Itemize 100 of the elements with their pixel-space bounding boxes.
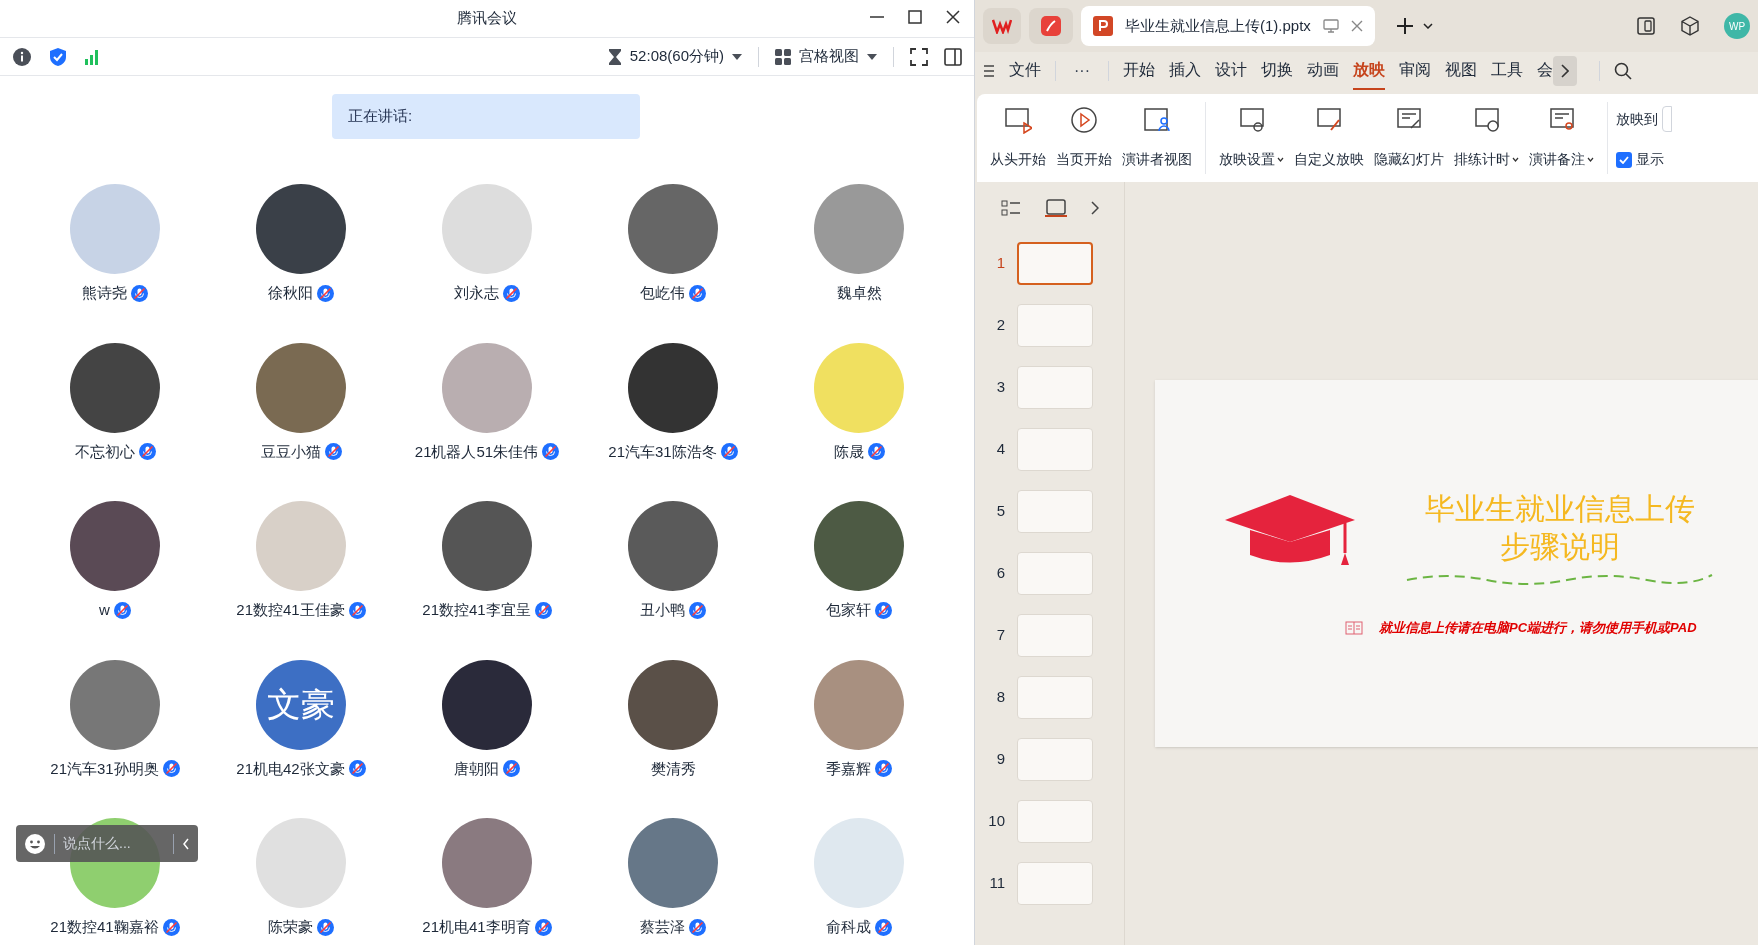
ribbon-button[interactable]: 演讲者视图 — [1117, 102, 1197, 174]
slideshow-icon — [1004, 106, 1032, 134]
chevron-right-icon[interactable] — [1090, 201, 1099, 215]
participant-name: 陈荣豪 — [268, 917, 313, 937]
menu-tab[interactable]: 视图 — [1445, 52, 1477, 90]
thumbnail-view-icon[interactable] — [1044, 199, 1067, 217]
timer-dropdown[interactable]: 52:08(60分钟) — [607, 45, 742, 68]
participant-name: 樊清秀 — [650, 758, 696, 779]
menu-tab[interactable]: 工具 — [1491, 52, 1523, 90]
chat-input[interactable]: 说点什么... — [63, 833, 141, 854]
shield-icon[interactable] — [48, 46, 68, 67]
ribbon-button[interactable]: 放映设置 — [1214, 102, 1289, 174]
ppt-file-icon — [1093, 16, 1113, 36]
menu-tab[interactable]: 会 — [1537, 52, 1553, 90]
show-label: 显示 — [1636, 150, 1664, 169]
menu-tab[interactable]: 开始 — [1123, 52, 1155, 90]
menu-tab[interactable]: 文件 — [1009, 52, 1041, 90]
participant-name: 21机电41李明育 — [422, 917, 531, 937]
ribbon-button[interactable]: 演讲备注 — [1524, 102, 1599, 174]
participant-name: 21数控41鞠嘉裕 — [50, 917, 159, 937]
slide-number[interactable]: 2 — [987, 314, 1005, 337]
plus-icon[interactable] — [1394, 16, 1415, 36]
participant-name: 豆豆小猫 — [260, 441, 321, 462]
participant-name: 21数控41王佳豪 — [236, 600, 345, 620]
caret-icon — [1277, 157, 1284, 162]
participant-name: 包屹伟 — [640, 283, 685, 303]
maximize-icon[interactable] — [906, 8, 924, 26]
emoji-icon[interactable] — [24, 832, 46, 855]
tablet-icon[interactable] — [1636, 16, 1656, 36]
chevron-right-icon — [1561, 64, 1569, 78]
scroll-right-button[interactable] — [1553, 56, 1577, 86]
slide-number[interactable]: 11 — [987, 872, 1005, 895]
play-to-label: 放映到 — [1616, 109, 1658, 129]
ribbon-button[interactable]: 排练计时 — [1449, 102, 1524, 174]
app-tab[interactable] — [1029, 8, 1073, 44]
menu-tab[interactable]: 切换 — [1261, 52, 1293, 90]
menu-tab[interactable]: 审阅 — [1399, 52, 1431, 90]
app-logo-icon — [1041, 16, 1061, 36]
ribbon-button[interactable]: 从头开始 — [985, 102, 1051, 174]
participant-name: 蔡芸泽 — [640, 917, 685, 937]
monitor-icon — [1322, 19, 1339, 33]
slideshow-icon — [1143, 106, 1171, 134]
slide-number[interactable]: 5 — [987, 500, 1005, 523]
avatar: 文豪 — [256, 659, 346, 750]
slide-number[interactable]: 1 — [987, 252, 1005, 275]
menu-tab[interactable]: 动画 — [1307, 52, 1339, 90]
slide-number[interactable]: 4 — [987, 438, 1005, 461]
ribbon-button[interactable]: 自定义放映 — [1289, 102, 1369, 174]
window-title: 腾讯会议 — [457, 8, 517, 29]
wps-logo-icon — [992, 18, 1012, 34]
caret-icon — [1587, 157, 1594, 162]
document-tab-title: 毕业生就业信息上传(1).pptx — [1125, 15, 1311, 36]
more-button[interactable]: ··· — [1074, 59, 1090, 83]
participant-name: w — [99, 600, 110, 620]
slide-number[interactable]: 9 — [987, 748, 1005, 771]
checkbox[interactable] — [1616, 151, 1632, 168]
hourglass-icon — [607, 47, 622, 66]
document-tab[interactable]: 毕业生就业信息上传(1).pptx — [1081, 6, 1375, 46]
slide-number[interactable]: 7 — [987, 624, 1005, 647]
participant-name: 21机电42张文豪 — [236, 758, 345, 779]
cube-icon[interactable] — [1680, 16, 1700, 36]
menu-tab[interactable]: 设计 — [1215, 52, 1247, 90]
search-icon[interactable] — [1614, 62, 1632, 80]
slideshow-icon — [1472, 106, 1501, 134]
signal-icon — [84, 47, 100, 66]
participant-name: 唐朝阳 — [454, 758, 499, 779]
menu-tab[interactable]: 插入 — [1169, 52, 1201, 90]
menu-tab[interactable]: 放映 — [1353, 52, 1385, 90]
menu-icon[interactable] — [983, 64, 995, 78]
close-icon[interactable] — [944, 8, 962, 26]
caret-icon — [732, 53, 742, 60]
ribbon-button[interactable]: 当页开始 — [1051, 102, 1117, 174]
slide-number[interactable]: 8 — [987, 686, 1005, 709]
fullscreen-icon[interactable] — [910, 47, 928, 66]
slide-number[interactable]: 3 — [987, 376, 1005, 399]
participant-name: 刘永志 — [454, 283, 499, 303]
participant-name: 魏卓然 — [836, 283, 882, 303]
outline-view-icon[interactable] — [1000, 200, 1021, 216]
caret-icon — [1512, 157, 1519, 162]
show-checkbox[interactable]: 显示 — [1616, 149, 1672, 170]
participant-name: 包家轩 — [826, 600, 871, 620]
grid-icon — [775, 48, 791, 65]
checkmark-icon — [1619, 155, 1629, 164]
participant-name: 陈晟 — [833, 441, 864, 462]
participant-name: 季嘉辉 — [826, 758, 871, 779]
chevron-left-icon[interactable] — [182, 837, 190, 850]
slide-number[interactable]: 10 — [987, 810, 1005, 833]
participant-name: 熊诗尧 — [82, 283, 127, 303]
ribbon-button[interactable]: 隐藏幻灯片 — [1369, 102, 1449, 174]
sidebar-icon[interactable] — [944, 47, 962, 66]
app-tab[interactable] — [983, 8, 1021, 44]
slide-thumbnail[interactable] — [1017, 242, 1093, 285]
caret-icon[interactable] — [1422, 23, 1433, 29]
view-dropdown[interactable]: 宫格视图 — [775, 45, 877, 68]
slideshow-icon — [1070, 106, 1098, 134]
slide-note: 就业信息上传请在电脑PC端进行，请勿使用手机或PAD — [1379, 619, 1697, 637]
participant-name: 不忘初心 — [74, 441, 135, 462]
slide-number[interactable]: 6 — [987, 562, 1005, 585]
info-icon[interactable] — [12, 46, 32, 67]
participant-name: 21汽车31陈浩冬 — [608, 441, 717, 462]
